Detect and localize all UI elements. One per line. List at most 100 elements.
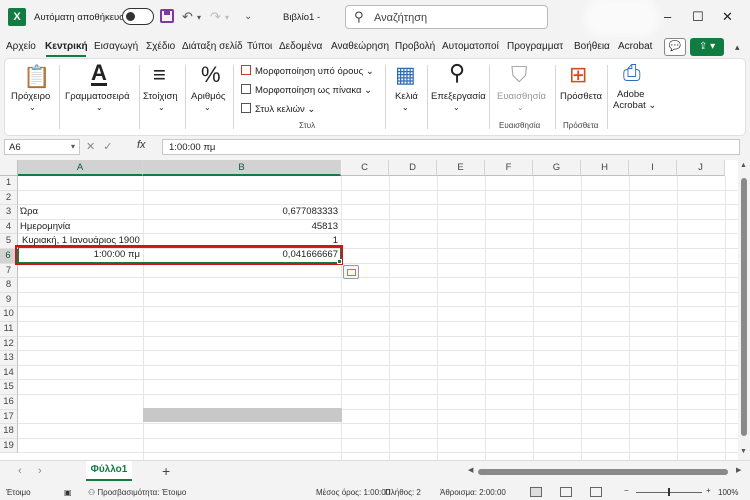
zoom-out-icon[interactable]: − bbox=[624, 486, 629, 495]
minimize-icon[interactable]: – bbox=[664, 9, 671, 24]
enter-icon[interactable]: ✓ bbox=[103, 141, 120, 153]
scroll-left-icon[interactable]: ◀ bbox=[468, 466, 473, 474]
row-header-15[interactable]: 15 bbox=[0, 380, 18, 395]
cell-a4[interactable]: Ημερομηνία bbox=[20, 220, 140, 234]
comments-button[interactable]: 💬 bbox=[664, 38, 686, 56]
tab-view[interactable]: Προβολή bbox=[395, 41, 435, 52]
row-header-13[interactable]: 13 bbox=[0, 351, 18, 366]
row-header-12[interactable]: 12 bbox=[0, 336, 18, 352]
insert-function-icon[interactable]: fx bbox=[137, 139, 146, 151]
tab-home[interactable]: Κεντρική bbox=[45, 41, 88, 52]
tab-page-layout[interactable]: Διάταξη σελίδ bbox=[182, 41, 243, 52]
column-header-b[interactable]: B bbox=[143, 160, 341, 176]
search-box[interactable]: ⚲ Αναζήτηση bbox=[345, 5, 548, 29]
customize-toolbar-icon[interactable]: ⌄ bbox=[244, 11, 252, 22]
formula-input[interactable]: 1:00:00 πμ bbox=[162, 139, 740, 155]
adobe-acrobat-button[interactable]: ⎙ Adobe Acrobat ⌄ bbox=[611, 59, 656, 137]
column-header-c[interactable]: C bbox=[341, 160, 389, 176]
save-icon[interactable] bbox=[160, 9, 174, 23]
status-count[interactable]: Πλήθος: 2 bbox=[385, 488, 421, 497]
row-header-2[interactable]: 2 bbox=[0, 190, 18, 206]
row-header-17[interactable]: 17 bbox=[0, 409, 18, 425]
row-header-4[interactable]: 4 bbox=[0, 219, 18, 235]
scroll-up-icon[interactable]: ▲ bbox=[740, 162, 747, 169]
column-header-f[interactable]: F bbox=[485, 160, 533, 176]
tab-data[interactable]: Δεδομένα bbox=[279, 41, 322, 52]
tab-automate[interactable]: Αυτοματοποί bbox=[442, 41, 499, 52]
row-header-1[interactable]: 1 bbox=[0, 176, 18, 191]
autosave-toggle[interactable] bbox=[122, 8, 154, 25]
vertical-scroll-thumb[interactable] bbox=[741, 178, 747, 436]
horizontal-scroll-thumb[interactable] bbox=[478, 469, 728, 475]
zoom-in-icon[interactable]: + bbox=[706, 486, 711, 495]
column-header-a[interactable]: A bbox=[18, 160, 143, 176]
conditional-formatting-button[interactable]: Μορφοποίηση υπό όρους ⌄ bbox=[241, 65, 374, 77]
zoom-slider-knob[interactable] bbox=[668, 488, 670, 496]
select-all-corner[interactable] bbox=[0, 160, 18, 176]
next-sheet-icon[interactable]: › bbox=[38, 465, 42, 477]
tab-draw[interactable]: Σχέδιο bbox=[146, 41, 175, 52]
tab-help[interactable]: Βοήθεια bbox=[574, 41, 610, 52]
normal-view-icon[interactable] bbox=[530, 487, 542, 497]
undo-dropdown-icon[interactable]: ▾ bbox=[197, 13, 201, 22]
column-header-e[interactable]: E bbox=[437, 160, 485, 176]
page-layout-view-icon[interactable] bbox=[560, 487, 572, 497]
accessibility-status[interactable]: ⚇ Προσβασιμότητα: Έτοιμο bbox=[88, 488, 186, 497]
maximize-icon[interactable]: ☐ bbox=[692, 9, 704, 25]
status-sum[interactable]: Άθροισμα: 2:00:00 bbox=[440, 488, 506, 497]
quick-analysis-button[interactable] bbox=[343, 265, 359, 279]
tab-formulas[interactable]: Τύποι bbox=[247, 41, 272, 52]
row-header-7[interactable]: 7 bbox=[0, 263, 18, 279]
row-header-3[interactable]: 3 bbox=[0, 205, 18, 220]
undo-icon[interactable]: ↶ bbox=[182, 9, 193, 25]
row-header-14[interactable]: 14 bbox=[0, 365, 18, 381]
cell-b4[interactable]: 45813 bbox=[145, 220, 338, 234]
status-average[interactable]: Μέσος όρος: 1:00:00 bbox=[316, 488, 390, 497]
name-box[interactable]: A6 ▾ bbox=[4, 139, 80, 155]
column-header-g[interactable]: G bbox=[533, 160, 581, 176]
row-header-8[interactable]: 8 bbox=[0, 278, 18, 293]
cancel-icon[interactable]: ✕ bbox=[86, 141, 103, 153]
redo-icon[interactable]: ↷ bbox=[210, 9, 221, 25]
tab-file[interactable]: Αρχείο bbox=[6, 41, 36, 52]
row-header-11[interactable]: 11 bbox=[0, 322, 18, 337]
scroll-right-icon[interactable]: ▶ bbox=[736, 466, 741, 474]
row-header-9[interactable]: 9 bbox=[0, 292, 18, 308]
document-title[interactable]: Βιβλίο1 - bbox=[283, 12, 320, 23]
scroll-down-icon[interactable]: ▼ bbox=[740, 448, 747, 455]
cells-button[interactable]: ▦ Κελιά ⌄ bbox=[389, 59, 425, 137]
alignment-button[interactable]: ≡ Στοίχιση ⌄ bbox=[143, 59, 183, 137]
zoom-level[interactable]: 100% bbox=[718, 488, 738, 497]
row-header-19[interactable]: 19 bbox=[0, 438, 18, 454]
cell-a3[interactable]: Ώρα bbox=[20, 205, 140, 219]
column-header-d[interactable]: D bbox=[389, 160, 437, 176]
row-header-18[interactable]: 18 bbox=[0, 424, 18, 439]
tab-review[interactable]: Αναθεώρηση bbox=[331, 41, 389, 52]
add-sheet-button[interactable]: + bbox=[162, 463, 170, 479]
share-button[interactable]: ⇪ ▾ bbox=[690, 38, 724, 56]
tab-acrobat[interactable]: Acrobat bbox=[618, 41, 652, 52]
prev-sheet-icon[interactable]: ‹ bbox=[18, 465, 22, 477]
font-button[interactable]: A Γραμματοσειρά ⌄ bbox=[63, 59, 137, 137]
vertical-scrollbar[interactable]: ▲ ▼ bbox=[738, 160, 750, 460]
row-header-10[interactable]: 10 bbox=[0, 307, 18, 322]
macro-recording-icon[interactable]: ▣ bbox=[64, 488, 72, 497]
collapse-ribbon-icon[interactable]: ▴ bbox=[735, 42, 740, 53]
column-header-i[interactable]: I bbox=[629, 160, 677, 176]
format-as-table-button[interactable]: Μορφοποίηση ως πίνακα ⌄ bbox=[241, 84, 372, 96]
sheet-tab-sheet1[interactable]: Φύλλο1 bbox=[86, 461, 132, 481]
account-area[interactable] bbox=[590, 4, 654, 32]
number-button[interactable]: % Αριθμός ⌄ bbox=[189, 59, 229, 137]
page-break-view-icon[interactable] bbox=[590, 487, 602, 497]
clipboard-button[interactable]: 📋 Πρόχειρο ⌄ bbox=[11, 59, 57, 137]
cell-b3[interactable]: 0,677083333 bbox=[145, 205, 338, 219]
column-header-h[interactable]: H bbox=[581, 160, 629, 176]
cell-styles-button[interactable]: Στυλ κελιών ⌄ bbox=[241, 103, 315, 115]
fill-handle[interactable] bbox=[337, 259, 342, 264]
column-header-j[interactable]: J bbox=[677, 160, 725, 176]
editing-button[interactable]: ⚲ Επεξεργασία ⌄ bbox=[431, 59, 487, 137]
tab-developer[interactable]: Προγραμματ bbox=[507, 41, 563, 52]
row-header-16[interactable]: 16 bbox=[0, 395, 18, 410]
close-icon[interactable]: ✕ bbox=[722, 9, 733, 25]
redo-dropdown-icon[interactable]: ▾ bbox=[225, 13, 229, 22]
